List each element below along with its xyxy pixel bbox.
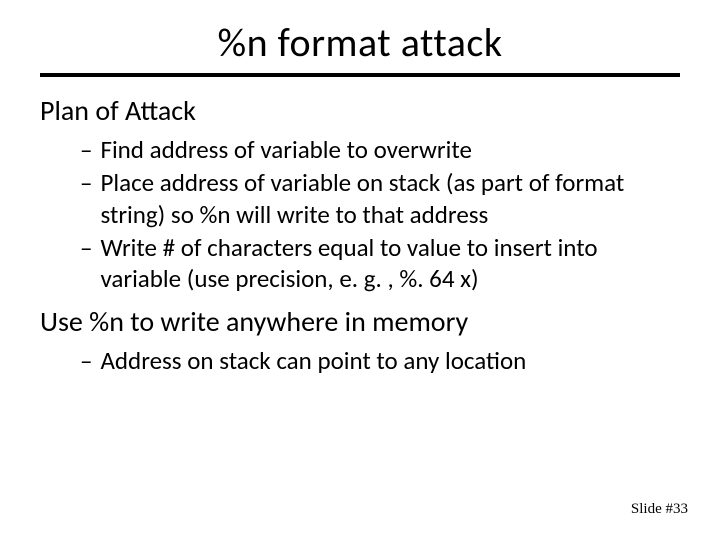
slide-title: %n format attack <box>40 18 680 67</box>
title-underline <box>40 73 680 77</box>
slide-number: Slide #33 <box>631 501 688 518</box>
list-item: – Write # of characters equal to value t… <box>80 232 670 295</box>
list-item: – Place address of variable on stack (as… <box>80 167 670 230</box>
list-item: – Address on stack can point to any loca… <box>80 345 670 376</box>
dash-icon: – <box>80 345 92 376</box>
dash-icon: – <box>80 232 92 295</box>
bullet-list-2: – Address on stack can point to any loca… <box>80 345 670 376</box>
section-heading-2: Use %n to write anywhere in memory <box>40 304 680 339</box>
dash-icon: – <box>80 134 92 165</box>
slide: %n format attack Plan of Attack – Find a… <box>0 0 720 540</box>
bullet-text: Find address of variable to overwrite <box>100 134 670 165</box>
section-heading-1: Plan of Attack <box>40 93 680 128</box>
list-item: – Find address of variable to overwrite <box>80 134 670 165</box>
bullet-text: Write # of characters equal to value to … <box>100 232 670 295</box>
bullet-text: Address on stack can point to any locati… <box>100 345 670 376</box>
bullet-list-1: – Find address of variable to overwrite … <box>80 134 670 294</box>
bullet-text: Place address of variable on stack (as p… <box>100 167 670 230</box>
dash-icon: – <box>80 167 92 230</box>
